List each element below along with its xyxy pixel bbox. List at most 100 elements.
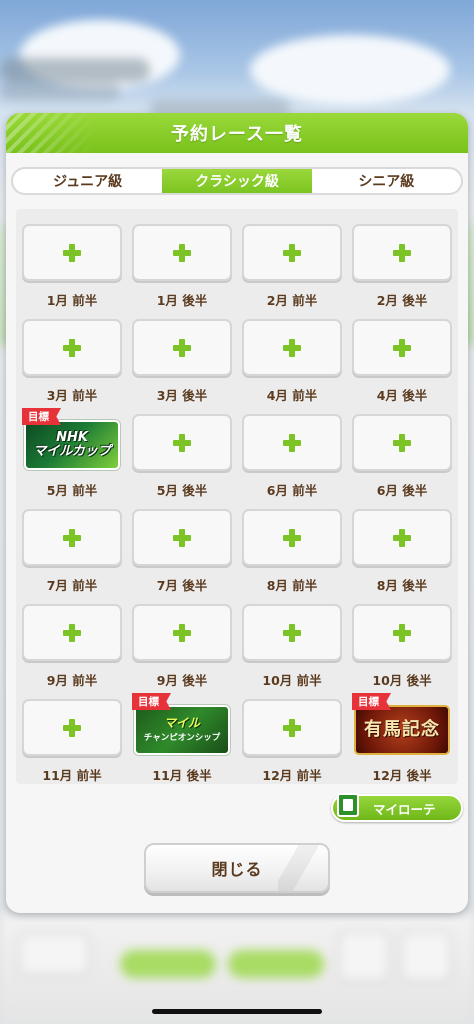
slot-label: 5月 後半 — [156, 483, 208, 498]
race-slot: 10月 後半 — [352, 604, 452, 690]
plus-icon — [63, 528, 81, 547]
race-slot: マイル チャンピオンシップ 目標 11月 後半 — [132, 693, 232, 785]
race-logo-text: マイル — [163, 715, 200, 730]
plus-icon — [393, 623, 411, 642]
race-card[interactable]: NHK マイルカップ — [24, 420, 120, 470]
race-logo-subtext: チャンピオンシップ — [143, 733, 221, 744]
race-slot: 10月 前半 — [242, 604, 342, 690]
slot-label: 8月 後半 — [376, 578, 428, 593]
dialog-title: 予約レース一覧 — [170, 124, 304, 145]
race-slot: 4月 後半 — [352, 319, 452, 405]
goal-badge: 目標 — [132, 693, 171, 710]
empty-slot-button[interactable] — [242, 699, 342, 756]
slot-label: 6月 後半 — [376, 483, 428, 498]
close-button-label: 閉じる — [211, 860, 263, 879]
empty-slot-button[interactable] — [352, 509, 452, 566]
empty-slot-button[interactable] — [132, 604, 232, 661]
home-indicator — [152, 1009, 322, 1014]
race-slot: 4月 前半 — [242, 319, 342, 405]
plus-icon — [283, 718, 301, 737]
race-slot: 9月 前半 — [22, 604, 122, 690]
slot-label: 11月 前半 — [42, 768, 102, 783]
race-card[interactable]: 有馬記念 — [354, 705, 450, 755]
race-card[interactable]: マイルチャンピオンシップ — [134, 705, 230, 755]
slot-label: 10月 前半 — [262, 673, 322, 688]
empty-slot-button[interactable] — [242, 414, 342, 471]
tab-senior[interactable]: シニア級 — [312, 169, 461, 193]
empty-slot-button[interactable] — [242, 604, 342, 661]
notebook-icon — [337, 793, 359, 817]
plus-icon — [393, 243, 411, 262]
plus-icon — [173, 243, 191, 262]
plus-icon — [173, 528, 191, 547]
race-slot-grid: 1月 前半 1月 後半 2月 前半 2月 後半 3月 前半 3月 後半 4月 前半 4月 後半… — [16, 209, 458, 784]
plus-icon — [63, 718, 81, 737]
plus-icon — [283, 623, 301, 642]
my-rotation-button[interactable]: マイローテ — [331, 793, 463, 822]
empty-slot-button[interactable] — [352, 414, 452, 471]
slot-label: 3月 前半 — [46, 388, 98, 403]
empty-slot-button[interactable] — [132, 319, 232, 376]
empty-slot-button[interactable] — [242, 224, 342, 281]
tab-junior[interactable]: ジュニア級 — [13, 169, 162, 193]
empty-slot-button[interactable] — [132, 414, 232, 471]
empty-slot-button[interactable] — [242, 319, 342, 376]
empty-slot-button[interactable] — [22, 224, 122, 281]
race-slot: NHK マイルカップ 目標 5月 前半 — [22, 408, 122, 500]
plus-icon — [283, 528, 301, 547]
slot-label: 3月 後半 — [156, 388, 208, 403]
empty-slot-button[interactable] — [352, 224, 452, 281]
reserved-race-dialog: 予約レース一覧 ジュニア級 クラシック級 シニア級 1月 前半 1月 後半 2月 前… — [6, 113, 468, 913]
race-slot: 6月 前半 — [242, 414, 342, 500]
empty-slot-button[interactable] — [242, 509, 342, 566]
empty-slot-button[interactable] — [132, 509, 232, 566]
slot-label: 9月 後半 — [156, 673, 208, 688]
slot-label: 1月 前半 — [46, 293, 98, 308]
plus-icon — [393, 338, 411, 357]
race-slot: 12月 前半 — [242, 699, 342, 785]
race-logo-text: NHK — [56, 430, 88, 446]
race-slot: 有馬記念 目標 12月 後半 — [352, 693, 452, 785]
empty-slot-button[interactable] — [132, 224, 232, 281]
slot-label: 4月 後半 — [376, 388, 428, 403]
race-slot: 8月 前半 — [242, 509, 342, 595]
race-slot: 8月 後半 — [352, 509, 452, 595]
empty-slot-button[interactable] — [22, 509, 122, 566]
dialog-header: 予約レース一覧 — [6, 113, 468, 153]
tab-classic[interactable]: クラシック級 — [162, 169, 312, 193]
plus-icon — [63, 243, 81, 262]
plus-icon — [393, 433, 411, 452]
slot-label: 9月 前半 — [46, 673, 98, 688]
plus-icon — [63, 338, 81, 357]
race-slot: 5月 後半 — [132, 414, 232, 500]
empty-slot-button[interactable] — [352, 319, 452, 376]
slot-label: 1月 後半 — [156, 293, 208, 308]
empty-slot-button[interactable] — [22, 319, 122, 376]
slot-label: 2月 後半 — [376, 293, 428, 308]
close-button[interactable]: 閉じる — [144, 843, 330, 893]
slot-label: 12月 前半 — [262, 768, 322, 783]
slot-label: 10月 後半 — [372, 673, 432, 688]
race-slot: 3月 前半 — [22, 319, 122, 405]
race-slot: 1月 後半 — [132, 224, 232, 310]
race-slot: 11月 前半 — [22, 699, 122, 785]
empty-slot-button[interactable] — [22, 604, 122, 661]
plus-icon — [393, 528, 411, 547]
slot-label: 11月 後半 — [152, 768, 212, 783]
race-slot: 9月 後半 — [132, 604, 232, 690]
race-slot: 3月 後半 — [132, 319, 232, 405]
plus-icon — [283, 338, 301, 357]
empty-slot-button[interactable] — [22, 699, 122, 756]
plus-icon — [283, 243, 301, 262]
slot-label: 7月 後半 — [156, 578, 208, 593]
plus-icon — [173, 623, 191, 642]
race-slot: 7月 後半 — [132, 509, 232, 595]
slot-label: 2月 前半 — [266, 293, 318, 308]
plus-icon — [283, 433, 301, 452]
plus-icon — [173, 433, 191, 452]
empty-slot-button[interactable] — [352, 604, 452, 661]
goal-badge: 目標 — [22, 408, 61, 425]
slot-label: 5月 前半 — [46, 483, 98, 498]
slot-label: 12月 後半 — [372, 768, 432, 783]
class-tabs: ジュニア級 クラシック級 シニア級 — [11, 167, 463, 195]
